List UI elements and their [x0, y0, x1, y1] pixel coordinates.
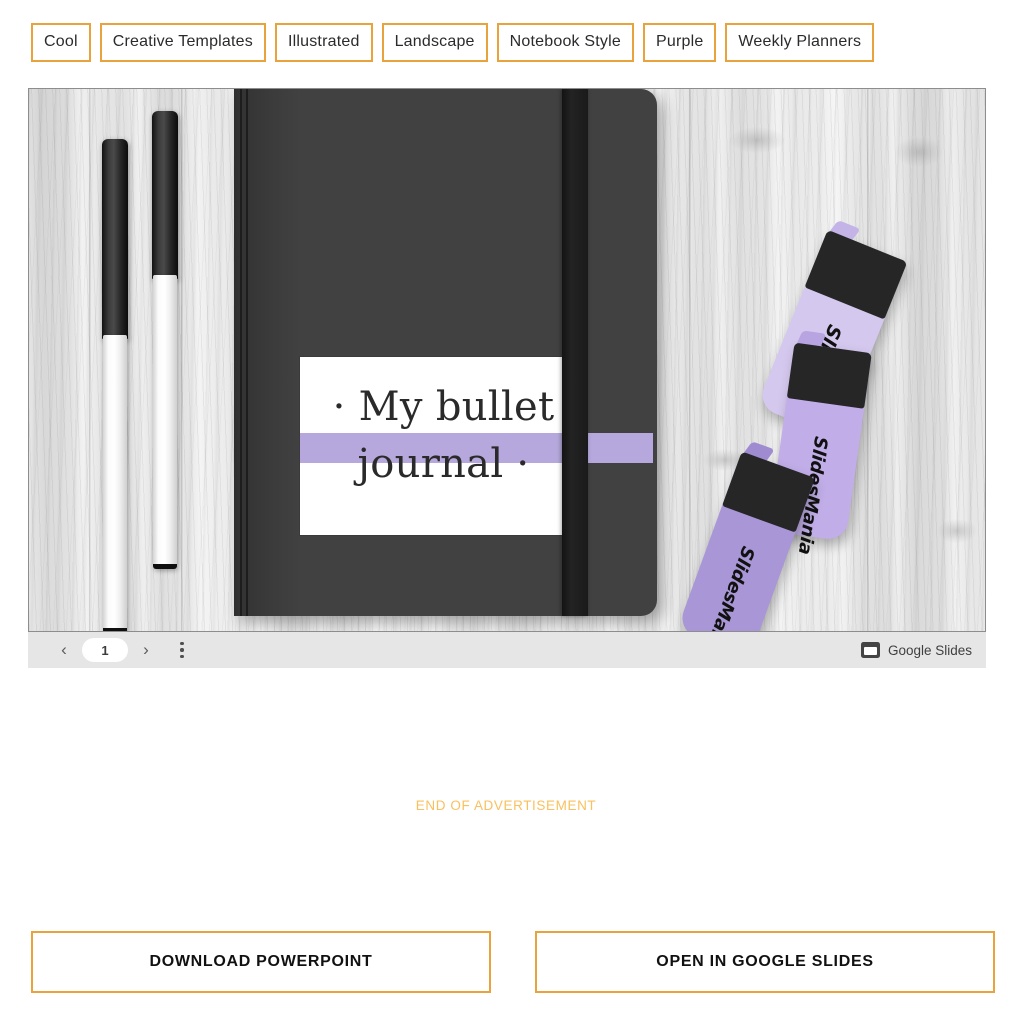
- more-options-icon[interactable]: [170, 637, 194, 663]
- kebab-dot: [180, 654, 184, 659]
- action-buttons: DOWNLOAD POWERPOINT OPEN IN GOOGLE SLIDE…: [31, 931, 1012, 993]
- notebook-spine: [234, 89, 300, 616]
- notebook-title: · My bullet journal ·: [300, 379, 587, 493]
- plank-seam: [181, 89, 184, 631]
- wood-knot: [895, 137, 943, 167]
- pen-right: [152, 111, 178, 569]
- notebook-spine-line: [246, 89, 248, 616]
- google-slides-icon: [860, 642, 880, 658]
- source-label: Google Slides: [887, 642, 972, 658]
- slidesmania-watermark: SLIDESMANIA.COM: [28, 515, 32, 624]
- plank-seam: [689, 89, 692, 631]
- slide-toolbar: ‹ 1 › Google Slides: [28, 632, 986, 668]
- wood-knot: [937, 519, 977, 543]
- slide-preview[interactable]: SLIDESMANIA.COM · My bullet journal · Sl…: [28, 88, 986, 632]
- pen-tip: [153, 564, 177, 569]
- end-of-advertisement-label: END OF ADVERTISEMENT: [415, 798, 597, 813]
- page-number-indicator[interactable]: 1: [82, 638, 128, 662]
- notebook-label: · My bullet journal ·: [300, 357, 653, 535]
- tag-notebook-style[interactable]: Notebook Style: [496, 23, 634, 62]
- notebook-elastic-band: [562, 89, 588, 616]
- kebab-dot: [180, 641, 184, 646]
- pen-barrel: [153, 275, 177, 569]
- tag-list: Cool Creative Templates Illustrated Land…: [0, 0, 1012, 62]
- previous-slide-button[interactable]: ‹: [50, 637, 78, 663]
- wood-knot: [729, 127, 785, 153]
- notebook-title-line-1: · My bullet: [332, 384, 555, 430]
- next-slide-button[interactable]: ›: [132, 637, 160, 663]
- plank-seam: [89, 89, 92, 631]
- highlighter-cap: [786, 342, 872, 409]
- download-powerpoint-button[interactable]: DOWNLOAD POWERPOINT: [31, 931, 491, 993]
- pen-cap: [152, 111, 178, 279]
- tag-landscape[interactable]: Landscape: [381, 23, 488, 62]
- notebook-title-line-2: journal ·: [357, 440, 530, 487]
- tag-illustrated[interactable]: Illustrated: [274, 23, 373, 62]
- pen-tip: [103, 628, 127, 631]
- kebab-dot: [180, 648, 184, 652]
- pen-barrel: [103, 335, 127, 631]
- slide-viewer: SLIDESMANIA.COM · My bullet journal · Sl…: [28, 88, 986, 668]
- notebook-cover: · My bullet journal ·: [234, 89, 657, 616]
- tag-cool[interactable]: Cool: [31, 23, 91, 62]
- open-in-google-slides-button[interactable]: OPEN IN GOOGLE SLIDES: [535, 931, 995, 993]
- tag-purple[interactable]: Purple: [642, 23, 717, 62]
- pen-left: [102, 139, 128, 631]
- source-attribution[interactable]: Google Slides: [860, 642, 972, 658]
- notebook-spine-line: [240, 89, 242, 616]
- toolbar-navigation: ‹ 1 ›: [50, 637, 194, 663]
- pen-cap: [102, 139, 128, 339]
- tag-weekly-planners[interactable]: Weekly Planners: [725, 23, 875, 62]
- tag-creative-templates[interactable]: Creative Templates: [99, 23, 266, 62]
